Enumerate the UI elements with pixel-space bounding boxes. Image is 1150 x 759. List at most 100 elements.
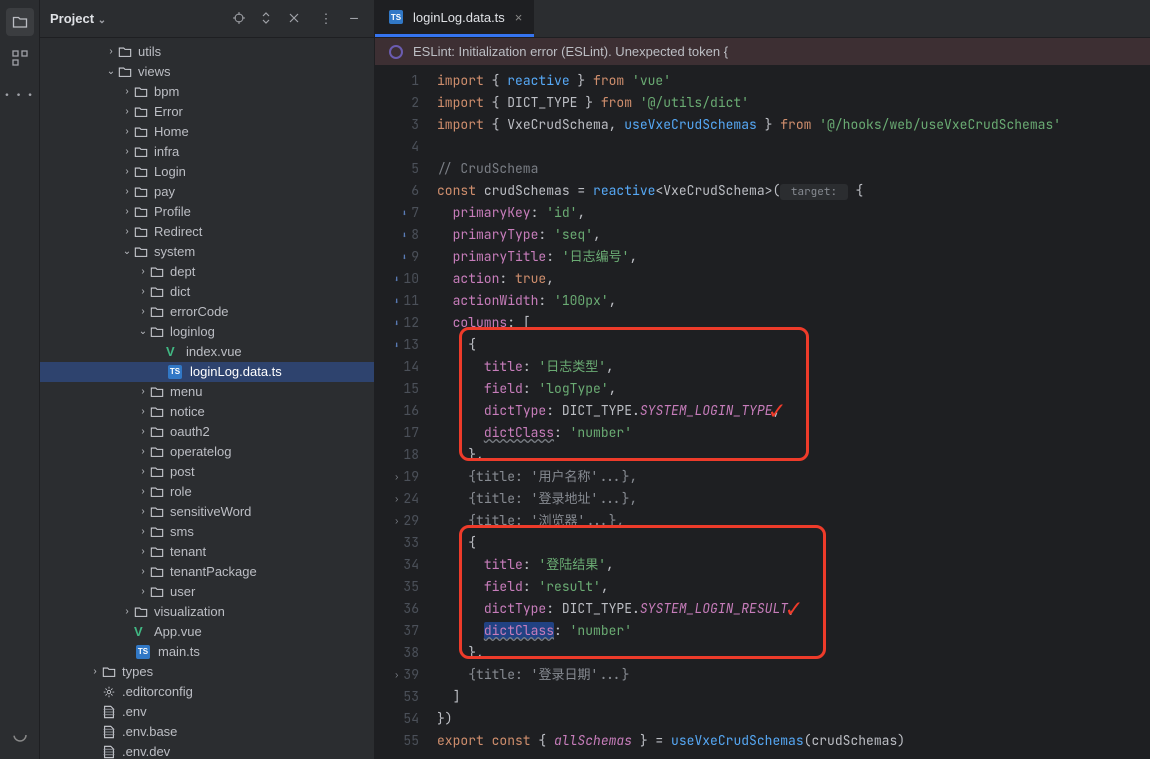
tree-item[interactable]: .editorconfig [40, 682, 374, 702]
collapse-icon[interactable] [288, 12, 308, 24]
tree-item[interactable]: .env [40, 702, 374, 722]
chevron-icon[interactable]: › [136, 286, 150, 297]
ts-icon: TS [389, 10, 403, 24]
chevron-icon[interactable]: › [120, 186, 134, 197]
tree-item[interactable]: ›Home [40, 122, 374, 142]
chevron-icon[interactable]: › [136, 426, 150, 437]
tree-item[interactable]: ›types [40, 662, 374, 682]
project-tree[interactable]: ›utils⌄views›bpm›Error›Home›infra›Login›… [40, 38, 374, 759]
tree-item[interactable]: Vindex.vue [40, 342, 374, 362]
chevron-icon[interactable]: › [136, 266, 150, 277]
tree-item[interactable]: › errorCode [40, 302, 374, 322]
editor-tab-active[interactable]: TS loginLog.data.ts × [375, 0, 534, 37]
tree-item[interactable]: ›operatelog [40, 442, 374, 462]
chevron-icon[interactable]: › [136, 446, 150, 457]
tree-item[interactable]: TSloginLog.data.ts [40, 362, 374, 382]
tool-icon-bar: ··· [0, 0, 40, 759]
tree-item[interactable]: ›user [40, 582, 374, 602]
fold-icon[interactable]: › [389, 664, 399, 686]
tree-item-label: main.ts [158, 644, 200, 659]
tree-item[interactable]: .env.dev [40, 742, 374, 759]
chevron-icon[interactable]: › [136, 486, 150, 497]
tree-item-label: .env.base [122, 724, 177, 739]
tree-item-label: errorCode [170, 304, 229, 319]
expand-icon[interactable] [260, 12, 280, 24]
vue-icon: V [134, 624, 150, 639]
fold-icon[interactable]: › [389, 510, 399, 532]
chevron-icon[interactable]: › [136, 526, 150, 537]
tree-item[interactable]: ⌄system [40, 242, 374, 262]
chevron-icon[interactable]: › [104, 46, 118, 57]
fold-icon[interactable]: › [389, 466, 399, 488]
chevron-icon[interactable]: › [120, 106, 134, 117]
tree-item[interactable]: TSmain.ts [40, 642, 374, 662]
structure-tool-icon[interactable] [6, 44, 34, 72]
chevron-icon[interactable]: › [88, 666, 102, 677]
locate-icon[interactable] [232, 11, 252, 25]
folder-icon [150, 565, 166, 579]
more-tool-icon[interactable]: ··· [6, 80, 34, 108]
tree-item[interactable]: ›tenant [40, 542, 374, 562]
fold-icon[interactable]: › [389, 488, 399, 510]
code-area[interactable]: 123456⬇7⬇8⬇9⬇10⬇11⬇12⬇131415161718›19›24… [375, 66, 1150, 759]
tree-item[interactable]: ›Login [40, 162, 374, 182]
chevron-icon[interactable]: › [120, 226, 134, 237]
chevron-icon[interactable]: › [136, 586, 150, 597]
chevron-icon[interactable]: › [136, 466, 150, 477]
gutter-line: 6 [375, 180, 419, 202]
tree-item[interactable]: ›sms [40, 522, 374, 542]
code-content[interactable]: import { reactive } from 'vue' import { … [429, 66, 1150, 759]
tree-item[interactable]: ›post [40, 462, 374, 482]
tree-item[interactable]: .env.base [40, 722, 374, 742]
tree-item[interactable]: VApp.vue [40, 622, 374, 642]
project-tool-icon[interactable] [6, 8, 34, 36]
chevron-icon[interactable]: ⌄ [120, 246, 134, 257]
eslint-banner: ESLint: Initialization error (ESLint). U… [375, 38, 1150, 66]
sidebar-title: Project ⌄ [50, 11, 224, 26]
tree-item[interactable]: ›Redirect [40, 222, 374, 242]
chevron-icon[interactable]: › [120, 206, 134, 217]
tree-item-label: utils [138, 44, 161, 59]
chevron-icon[interactable]: › [120, 166, 134, 177]
chevron-icon[interactable]: › [136, 306, 150, 317]
chevron-icon[interactable]: ⌄ [136, 326, 150, 337]
gutter-line: 16 [375, 400, 419, 422]
tree-item[interactable]: ⌄loginlog [40, 322, 374, 342]
tree-item-label: views [138, 64, 171, 79]
tree-item[interactable]: ›infra [40, 142, 374, 162]
close-icon[interactable]: × [515, 10, 523, 25]
tree-item[interactable]: ›dict [40, 282, 374, 302]
gutter-line: 55 [375, 730, 419, 752]
tree-item[interactable]: ›Profile [40, 202, 374, 222]
tree-item[interactable]: ›bpm [40, 82, 374, 102]
chevron-icon[interactable]: › [120, 126, 134, 137]
tree-item[interactable]: ›menu [40, 382, 374, 402]
chevron-icon[interactable]: ⌄ [104, 66, 118, 77]
chevron-icon[interactable]: › [136, 386, 150, 397]
gutter-line: ⬇13 [375, 334, 419, 356]
tree-item[interactable]: ›pay [40, 182, 374, 202]
chevron-icon[interactable]: › [120, 146, 134, 157]
chevron-icon[interactable]: › [136, 406, 150, 417]
tree-item[interactable]: ›sensitiveWord [40, 502, 374, 522]
chevron-icon[interactable]: › [136, 546, 150, 557]
chevron-icon[interactable]: › [120, 606, 134, 617]
gutter-line: 4 [375, 136, 419, 158]
chevron-icon[interactable]: › [120, 86, 134, 97]
options-icon[interactable]: ⋮ [316, 10, 336, 27]
tree-item[interactable]: ›Error [40, 102, 374, 122]
hide-icon[interactable]: — [344, 10, 364, 27]
tree-item[interactable]: › utils [40, 42, 374, 62]
tree-item[interactable]: ›dept [40, 262, 374, 282]
tree-item[interactable]: ⌄ views [40, 62, 374, 82]
gutter-line: 53 [375, 686, 419, 708]
tree-item[interactable]: ›role [40, 482, 374, 502]
tree-item[interactable]: ›tenantPackage [40, 562, 374, 582]
tree-item[interactable]: ›notice [40, 402, 374, 422]
gutter-line: 38 [375, 642, 419, 664]
chevron-icon[interactable]: › [136, 566, 150, 577]
chevron-icon[interactable]: › [136, 506, 150, 517]
tree-item[interactable]: ›visualization [40, 602, 374, 622]
folder-icon [134, 245, 150, 259]
tree-item[interactable]: ›oauth2 [40, 422, 374, 442]
